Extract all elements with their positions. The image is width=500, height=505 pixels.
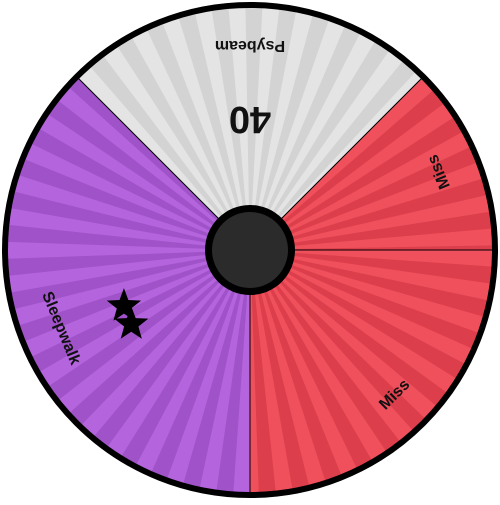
move-wheel: Psybeam 40 Miss Miss Sleepwalk — [0, 0, 500, 500]
wheel-hub — [205, 205, 295, 295]
wheel-graphic: Psybeam40MissMissSleepwalk — [2, 2, 498, 498]
segment-power-psybeam: 40 — [229, 98, 271, 140]
segment-label-psybeam: Psybeam — [215, 37, 285, 54]
segment-miss-2 — [249, 249, 496, 496]
